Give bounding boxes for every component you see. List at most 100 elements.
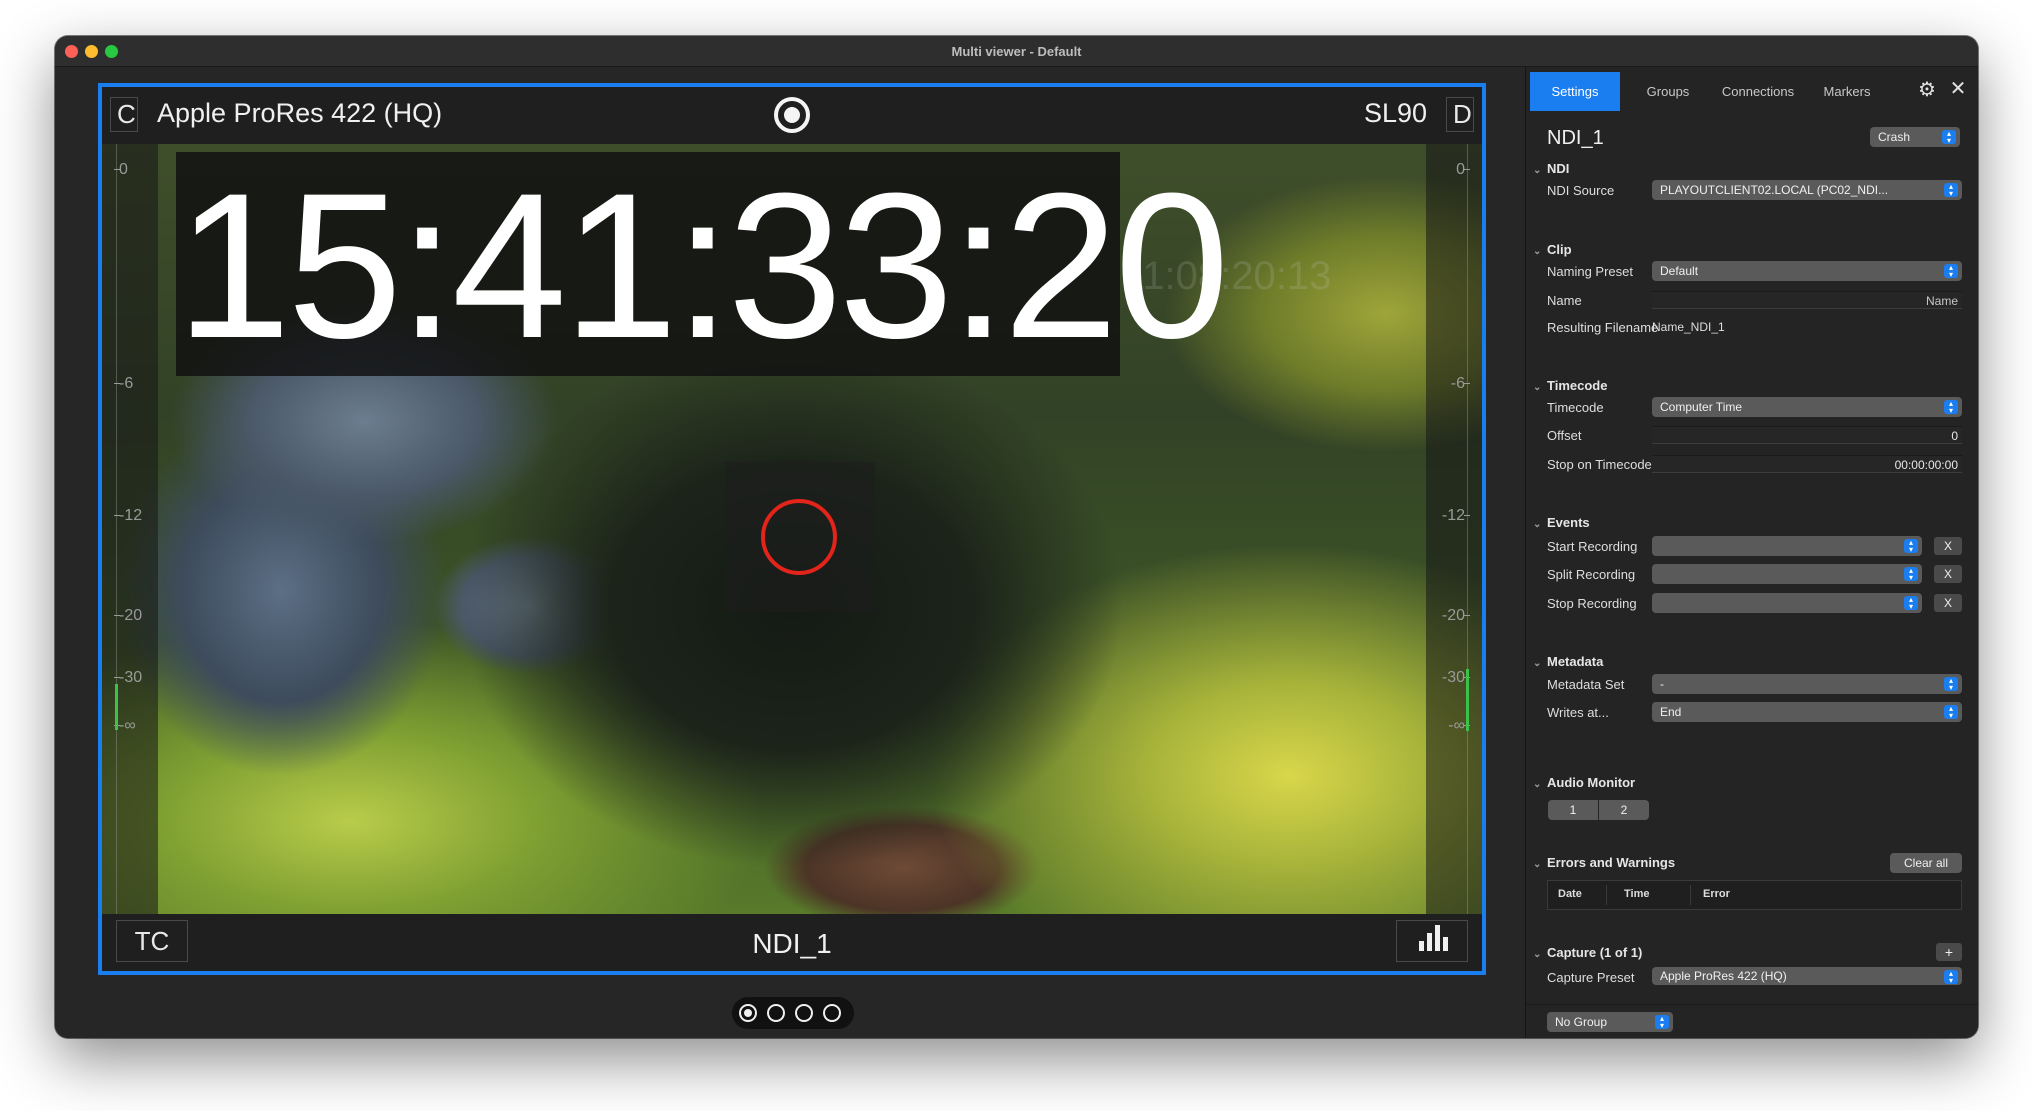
section-clip[interactable]: ⌄ Clip (1533, 242, 1572, 257)
timecode-display: 15:41:33:20 (176, 150, 1230, 381)
gear-icon[interactable]: ⚙ (1918, 80, 1938, 100)
tab-connections[interactable]: Connections (1712, 72, 1804, 111)
close-icon[interactable]: ✕ (1948, 79, 1968, 99)
meter-level-bar (115, 684, 118, 730)
audio-levels-button[interactable] (1396, 920, 1468, 962)
stop-recording-label: Stop Recording (1547, 596, 1637, 611)
settings-panel: Settings Groups Connections Markers ⚙ ✕ … (1525, 67, 1978, 1038)
codec-label: Apple ProRes 422 (HQ) (157, 98, 443, 128)
meter-label: -∞ (1448, 717, 1465, 734)
metadata-set-label: Metadata Set (1547, 677, 1625, 692)
offset-field[interactable]: 0 (1652, 426, 1962, 444)
section-events[interactable]: ⌄ Events (1533, 515, 1590, 530)
viewer-area: C Apple ProRes 422 (HQ) SL90 D 11:08:20:… (55, 67, 1525, 1038)
chevron-down-icon: ⌄ (1533, 246, 1542, 257)
ndi-source-label: NDI Source (1547, 183, 1615, 198)
tab-settings[interactable]: Settings (1530, 72, 1620, 111)
viewer-footer: TC NDI_1 (102, 914, 1482, 971)
stop-on-timecode-field[interactable]: 00:00:00:00 (1652, 455, 1962, 473)
audio-channel-2-button[interactable]: 2 (1599, 800, 1649, 820)
chevron-updown-icon: ▴ ▾ (1655, 1015, 1669, 1030)
chevron-down-icon: ⌄ (1533, 658, 1542, 669)
start-recording-dropdown[interactable]: ▴ ▾ (1652, 536, 1922, 556)
timecode-source-dropdown[interactable]: Computer Time ▴ ▾ (1652, 397, 1962, 417)
meter-level-bar (1466, 669, 1469, 731)
record-ring-icon (761, 499, 837, 575)
chevron-down-icon: ⌄ (1533, 779, 1542, 790)
bar-chart-icon (1419, 941, 1424, 951)
video-preview: 11:08:20:13 15:41:33:20 (102, 144, 1482, 914)
viewer-tile[interactable]: C Apple ProRes 422 (HQ) SL90 D 11:08:20:… (98, 83, 1486, 975)
page-dot[interactable] (823, 1004, 841, 1022)
column-error[interactable]: Error (1703, 888, 1730, 900)
timecode-overlay: 15:41:33:20 (176, 150, 1230, 381)
standard-label: SL90 (1363, 98, 1427, 128)
title-bar: Multi viewer - Default (55, 36, 1978, 67)
meter-label: 0 (119, 161, 128, 178)
mode-dropdown[interactable]: Crash ▴ ▾ (1870, 127, 1960, 147)
chevron-updown-icon: ▴ ▾ (1944, 705, 1958, 720)
section-timecode[interactable]: ⌄ Timecode (1533, 378, 1607, 393)
panel-footer: No Group ▴ ▾ (1526, 1004, 1978, 1038)
audio-meter-left: 0 -6 -12 -20 -30 -∞ (102, 144, 158, 914)
meter-label: -20 (1441, 607, 1465, 624)
section-ndi[interactable]: ⌄ NDI (1533, 161, 1569, 176)
section-capture[interactable]: ⌄ Capture (1 of 1) (1533, 945, 1642, 960)
meter-label: -6 (119, 375, 134, 392)
chevron-updown-icon: ▴ ▾ (1942, 130, 1956, 145)
clear-all-button[interactable]: Clear all (1890, 853, 1962, 873)
viewer-header: C Apple ProRes 422 (HQ) SL90 D (102, 87, 1482, 144)
chevron-down-icon: ⌄ (1533, 949, 1542, 960)
column-date[interactable]: Date (1558, 888, 1582, 900)
chevron-updown-icon: ▴ ▾ (1904, 539, 1918, 554)
audio-channel-1-button[interactable]: 1 (1548, 800, 1598, 820)
split-recording-label: Split Recording (1547, 567, 1636, 582)
panel-tabs: Settings Groups Connections Markers ⚙ ✕ (1526, 67, 1978, 111)
page-dot[interactable] (767, 1004, 785, 1022)
writes-at-label: Writes at... (1547, 705, 1609, 720)
focus-indicator (725, 462, 875, 612)
timecode-label: Timecode (1547, 400, 1604, 415)
tab-groups[interactable]: Groups (1630, 72, 1706, 111)
naming-preset-dropdown[interactable]: Default ▴ ▾ (1652, 261, 1962, 281)
stop-on-timecode-label: Stop on Timecode (1547, 457, 1652, 472)
resulting-filename-value: Name_NDI_1 (1652, 320, 1725, 334)
tab-markers[interactable]: Markers (1810, 72, 1884, 111)
group-dropdown[interactable]: No Group ▴ ▾ (1547, 1012, 1673, 1032)
chevron-down-icon: ⌄ (1533, 859, 1542, 870)
section-audio-monitor[interactable]: ⌄ Audio Monitor (1533, 775, 1635, 790)
meter-label: -6 (1450, 375, 1465, 392)
clear-split-recording-button[interactable]: X (1934, 565, 1962, 583)
name-label: Name (1547, 293, 1582, 308)
clear-stop-recording-button[interactable]: X (1934, 594, 1962, 612)
meter-label: -∞ (119, 717, 136, 734)
ndi-source-dropdown[interactable]: PLAYOUTCLIENT02.LOCAL (PC02_NDI... ▴ ▾ (1652, 180, 1962, 200)
section-metadata[interactable]: ⌄ Metadata (1533, 654, 1603, 669)
errors-table-header: Date Time Error (1547, 880, 1962, 910)
channel-badge[interactable]: C (110, 97, 138, 132)
capture-preset-dropdown[interactable]: Apple ProRes 422 (HQ) ▴ ▾ (1652, 967, 1962, 985)
writes-at-dropdown[interactable]: End ▴ ▾ (1652, 702, 1962, 722)
audio-meter-right: 0 -6 -12 -20 -30 -∞ (1426, 144, 1482, 914)
metadata-set-dropdown[interactable]: - ▴ ▾ (1652, 674, 1962, 694)
start-recording-label: Start Recording (1547, 539, 1638, 554)
meter-label: -12 (1441, 507, 1465, 524)
name-field[interactable]: Name (1652, 291, 1962, 309)
add-capture-button[interactable]: + (1936, 943, 1962, 961)
stop-recording-dropdown[interactable]: ▴ ▾ (1652, 593, 1922, 613)
chevron-updown-icon: ▴ ▾ (1944, 970, 1958, 985)
destination-badge[interactable]: D (1446, 97, 1474, 132)
chevron-down-icon: ⌄ (1533, 519, 1542, 530)
split-recording-dropdown[interactable]: ▴ ▾ (1652, 564, 1922, 584)
clear-start-recording-button[interactable]: X (1934, 537, 1962, 555)
page-dot[interactable] (739, 1004, 757, 1022)
page-dot[interactable] (795, 1004, 813, 1022)
record-button[interactable] (774, 97, 810, 133)
resulting-filename-label: Resulting Filename (1547, 320, 1659, 335)
section-errors[interactable]: ⌄ Errors and Warnings (1533, 855, 1675, 870)
column-time[interactable]: Time (1624, 888, 1649, 900)
page-indicator (732, 997, 854, 1029)
capture-preset-label: Capture Preset (1547, 970, 1635, 985)
chevron-down-icon: ⌄ (1533, 382, 1542, 393)
offset-label: Offset (1547, 428, 1582, 443)
